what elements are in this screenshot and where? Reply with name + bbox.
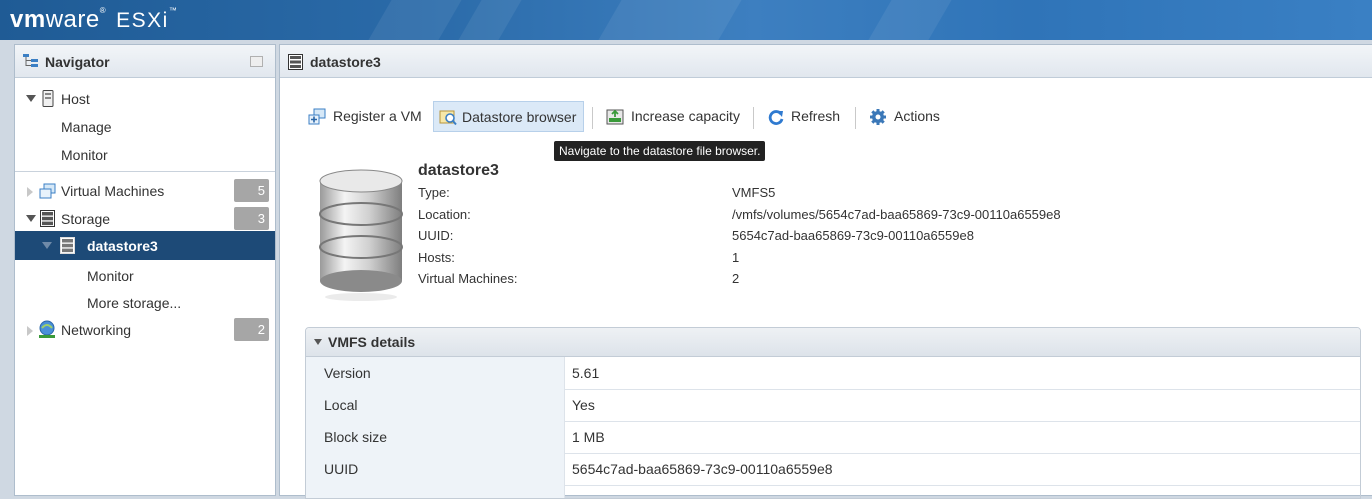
nav-item-host[interactable]: Host xyxy=(15,86,275,112)
nav-item-virtual-machines[interactable]: Virtual Machines 5 xyxy=(15,178,275,204)
details-key: Local xyxy=(324,397,358,413)
vmfs-details-title: VMFS details xyxy=(328,334,416,350)
vmware-esxi-logo[interactable]: vmware® ESXi™ xyxy=(10,6,177,34)
nav-item-storage[interactable]: Storage 3 xyxy=(15,206,275,232)
vm-count-badge: 5 xyxy=(234,179,269,202)
nav-label-more-storage: More storage... xyxy=(87,295,182,311)
nav-label-datastore3: datastore3 xyxy=(87,238,158,254)
expand-arrow-icon[interactable] xyxy=(27,187,33,197)
details-row: UUID 5654c7ad-baa65869-73c9-00110a6559e8 xyxy=(306,453,1360,486)
details-row: Block size 1 MB xyxy=(306,421,1360,454)
vmfs-details-header[interactable]: VMFS details xyxy=(306,328,1360,357)
datastore-large-icon xyxy=(319,169,403,301)
info-vms-value: 2 xyxy=(732,271,740,286)
info-type-label: Type: xyxy=(418,185,450,200)
datastore-browser-tooltip: Navigate to the datastore file browser. xyxy=(554,141,766,161)
networking-count-badge: 2 xyxy=(234,318,269,341)
vmfs-details-panel: VMFS details Version 5.61 Local Yes Bloc… xyxy=(305,327,1361,499)
page-title: datastore3 xyxy=(310,54,381,70)
register-vm-button[interactable]: Register a VM xyxy=(302,101,424,132)
datastore-header-icon xyxy=(288,54,303,70)
datastore-icon xyxy=(60,237,75,254)
datastore-browser-icon xyxy=(439,110,457,126)
info-uuid-label: UUID: xyxy=(418,228,454,243)
info-uuid-value: 5654c7ad-baa65869-73c9-00110a6559e8 xyxy=(732,228,974,243)
nav-label-datastore-monitor: Monitor xyxy=(87,268,134,284)
datastore-name: datastore3 xyxy=(418,162,499,179)
details-row: Version 5.61 xyxy=(306,357,1360,390)
networking-icon xyxy=(39,320,55,338)
nav-item-host-monitor[interactable]: Monitor xyxy=(15,142,275,168)
info-location-value: /vmfs/volumes/5654c7ad-baa65869-73c9-001… xyxy=(732,207,1061,222)
refresh-icon xyxy=(768,110,784,125)
collapse-arrow-icon[interactable] xyxy=(26,215,36,222)
nav-item-networking[interactable]: Networking 2 xyxy=(15,317,275,343)
nav-label-host: Host xyxy=(61,91,90,107)
nav-item-datastore-monitor[interactable]: Monitor xyxy=(15,263,275,289)
info-vms-label: Virtual Machines: xyxy=(418,271,518,286)
nav-label-virtual-machines: Virtual Machines xyxy=(61,183,165,199)
gear-icon xyxy=(870,109,886,125)
nav-item-datastore3[interactable]: datastore3 xyxy=(15,231,275,260)
nav-item-host-manage[interactable]: Manage xyxy=(15,114,275,140)
nav-label-monitor: Monitor xyxy=(61,147,108,163)
increase-capacity-button[interactable]: Increase capacity xyxy=(600,101,744,132)
host-icon xyxy=(42,90,54,107)
details-key: Block size xyxy=(324,429,388,445)
register-vm-icon xyxy=(308,108,326,125)
navigator-title: Navigator xyxy=(45,54,110,70)
expand-arrow-icon[interactable] xyxy=(27,326,33,336)
top-banner: vmware® ESXi™ xyxy=(0,0,1372,40)
datastore-browser-button[interactable]: Datastore browser xyxy=(433,101,584,132)
details-value: 5.61 xyxy=(572,365,600,381)
nav-item-more-storage[interactable]: More storage... xyxy=(15,290,275,316)
main-panel: datastore3 Register a VM Datastore brows… xyxy=(279,44,1372,499)
details-row xyxy=(306,485,1360,498)
storage-icon xyxy=(40,210,55,227)
info-type-value: VMFS5 xyxy=(732,185,776,200)
collapse-arrow-icon[interactable] xyxy=(314,339,322,345)
navigator-header: Navigator xyxy=(15,45,275,78)
nav-label-networking: Networking xyxy=(61,322,132,338)
navigator-panel: Navigator Host Manage Monitor Virtual Ma… xyxy=(14,44,276,496)
info-hosts-value: 1 xyxy=(732,250,740,265)
collapse-arrow-icon[interactable] xyxy=(42,242,52,249)
info-location-label: Location: xyxy=(418,207,471,222)
info-hosts-label: Hosts: xyxy=(418,250,455,265)
actions-button[interactable]: Actions xyxy=(863,101,949,132)
details-value: Yes xyxy=(572,397,595,413)
storage-count-badge: 3 xyxy=(234,207,269,230)
details-value: 1 MB xyxy=(572,429,605,445)
nav-label-manage: Manage xyxy=(61,119,112,135)
collapse-navigator-button[interactable] xyxy=(250,56,263,67)
details-key: Version xyxy=(324,365,371,381)
refresh-button[interactable]: Refresh xyxy=(761,101,845,132)
navigator-tree-icon xyxy=(23,54,38,67)
expand-arrow-icon[interactable] xyxy=(26,95,36,102)
increase-capacity-icon xyxy=(606,109,624,125)
virtual-machines-icon xyxy=(39,183,56,199)
main-header: datastore3 xyxy=(280,45,1372,78)
nav-label-storage: Storage xyxy=(61,211,111,227)
details-key: UUID xyxy=(324,461,359,477)
details-value: 5654c7ad-baa65869-73c9-00110a6559e8 xyxy=(572,461,833,477)
details-row: Local Yes xyxy=(306,389,1360,422)
